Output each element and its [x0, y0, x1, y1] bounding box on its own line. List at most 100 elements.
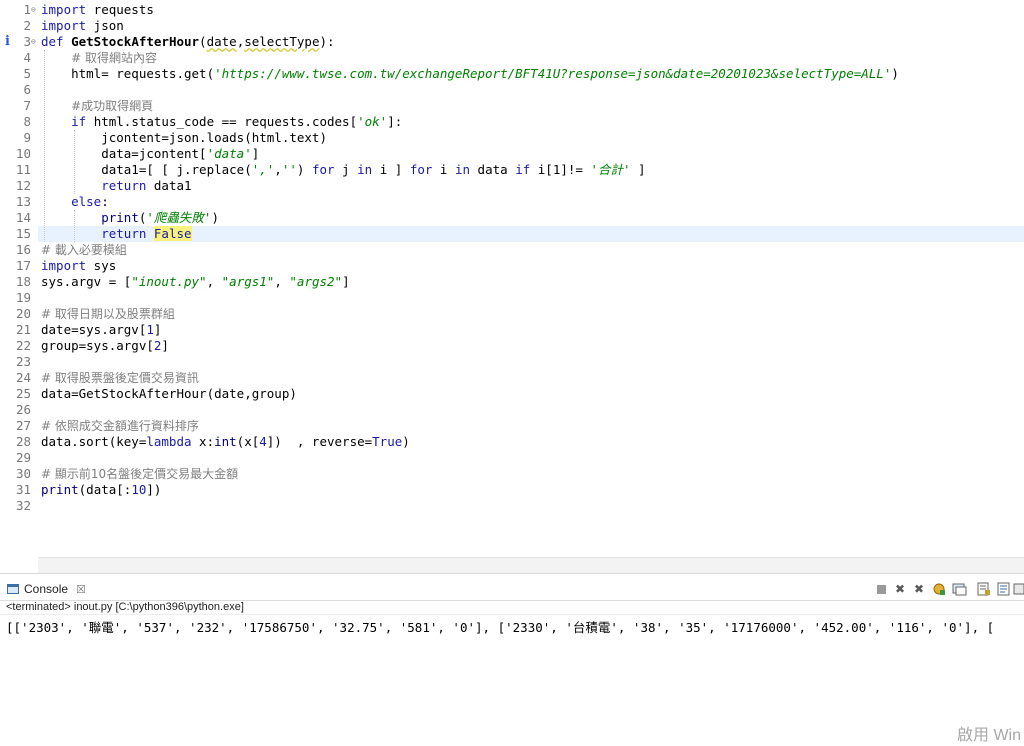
- fold-toggle-icon[interactable]: ⊖: [31, 2, 36, 18]
- code-line: data=jcontent['data']: [41, 146, 259, 162]
- line-number-gutter: 1 2 3 4 5 6 7 8 9 10 11 12 13 14 15 16 17 18 19 20 21 22 23 24 2…: [0, 0, 38, 557]
- line-number: 16: [15, 242, 31, 257]
- console-icon: [7, 584, 19, 594]
- code-token: '合計': [590, 162, 631, 177]
- line-number: 19: [15, 290, 31, 305]
- fold-toggle-icon[interactable]: ⊖: [31, 34, 36, 50]
- code-token: requests: [86, 2, 154, 17]
- code-token: if: [515, 162, 531, 177]
- code-token: selectType: [244, 34, 320, 49]
- code-token: return: [101, 226, 147, 241]
- code-token: (data[:: [78, 482, 132, 497]
- console-output[interactable]: [['2303', '聯電', '537', '232', '17586750'…: [0, 614, 1024, 746]
- code-token: # 取得網站內容: [71, 51, 157, 65]
- code-token: data1: [146, 178, 192, 193]
- code-token: data=jcontent[: [41, 146, 207, 161]
- code-line: jcontent=json.loads(html.text): [41, 130, 327, 146]
- code-token: 'data': [206, 146, 252, 161]
- code-token: "inout.py": [131, 274, 207, 289]
- code-area[interactable]: import requests import json def GetStockAf…: [41, 0, 1024, 557]
- code-token: ,: [206, 274, 222, 289]
- windows-activation-watermark: 啟用 Win: [957, 727, 1022, 744]
- code-token: ): [296, 162, 312, 177]
- line-number: 2: [23, 18, 31, 33]
- code-token: data1=[ [ j.replace(: [41, 162, 252, 177]
- code-token: # 依照成交金額進行資料排序: [41, 419, 199, 433]
- code-token: "args2": [289, 274, 343, 289]
- line-number: 18: [15, 274, 31, 289]
- code-line: data=GetStockAfterHour(date,group): [41, 386, 297, 402]
- line-number: 31: [15, 482, 31, 497]
- code-line: sys.argv = ["inout.py", "args1", "args2"…: [41, 274, 350, 290]
- line-number: 6: [23, 82, 31, 97]
- code-token: sys: [86, 258, 117, 273]
- code-line: # 依照成交金額進行資料排序: [41, 418, 199, 434]
- code-token: data: [470, 162, 516, 177]
- code-token: date=sys.argv[: [41, 322, 147, 337]
- code-token: # 取得日期以及股票群組: [41, 307, 175, 321]
- code-token: ): [211, 210, 219, 225]
- code-line: return data1: [41, 178, 192, 194]
- line-number: 27: [15, 418, 31, 433]
- code-line: data1=[ [ j.replace(',','') for j in i ]…: [41, 162, 645, 178]
- open-console-icon[interactable]: [1013, 581, 1024, 597]
- code-line: if html.status_code == requests.codes['o…: [41, 114, 402, 130]
- horizontal-scrollbar[interactable]: [38, 557, 1024, 574]
- stop-icon[interactable]: [873, 581, 889, 597]
- code-token: print: [41, 482, 79, 497]
- info-marker-icon[interactable]: i: [5, 34, 10, 50]
- code-token: 10: [131, 482, 147, 497]
- line-number: 9: [23, 130, 31, 145]
- code-token: import: [41, 2, 87, 17]
- code-editor[interactable]: 1 2 3 4 5 6 7 8 9 10 11 12 13 14 15 16 17 18 19 20 21 22 23 24 2…: [0, 0, 1024, 574]
- code-token: x:: [191, 434, 215, 449]
- code-token: 'ok': [357, 114, 388, 129]
- code-token: True: [372, 434, 403, 449]
- pin-icon[interactable]: [931, 581, 947, 597]
- line-number: 26: [15, 402, 31, 417]
- code-token: print: [101, 210, 139, 225]
- line-number: 5: [23, 66, 31, 81]
- code-line: data.sort(key=lambda x:int(x[4]) , rever…: [41, 434, 410, 450]
- code-token: # 取得股票盤後定價交易資訊: [41, 371, 199, 385]
- code-token: '爬蟲失敗': [146, 210, 212, 225]
- line-number: 17: [15, 258, 31, 273]
- code-line: html= requests.get('https://www.twse.com…: [41, 66, 899, 82]
- line-number: 11: [15, 162, 31, 177]
- line-number: 24: [15, 370, 31, 385]
- code-token: ,: [274, 162, 282, 177]
- line-number: 13: [15, 194, 31, 209]
- code-token: for: [311, 162, 335, 177]
- close-icon[interactable]: ☒: [76, 583, 86, 596]
- line-number: 32: [15, 498, 31, 513]
- code-token: def: [41, 34, 64, 49]
- code-token: json: [86, 18, 124, 33]
- code-token: date: [206, 34, 237, 49]
- scroll-lock-icon[interactable]: [976, 581, 992, 597]
- display-console-icon[interactable]: [951, 581, 967, 597]
- code-token: ,: [274, 274, 290, 289]
- code-token: :: [101, 194, 109, 209]
- code-line: else:: [41, 194, 109, 210]
- line-number: 4: [23, 50, 31, 65]
- tab-console[interactable]: Console ☒: [3, 579, 92, 599]
- code-token: i ]: [372, 162, 410, 177]
- remove-launch-icon[interactable]: ✖: [892, 581, 908, 597]
- code-token: int: [214, 434, 237, 449]
- code-line: import sys: [41, 258, 116, 274]
- code-token: (x[: [236, 434, 260, 449]
- code-token: ]: [342, 274, 350, 289]
- word-wrap-icon[interactable]: [996, 581, 1012, 597]
- code-token: import: [41, 258, 87, 273]
- console-tab-label: Console: [24, 582, 69, 596]
- remove-all-icon[interactable]: ✖: [911, 581, 927, 597]
- code-token: html.status_code == requests.codes[: [86, 114, 358, 129]
